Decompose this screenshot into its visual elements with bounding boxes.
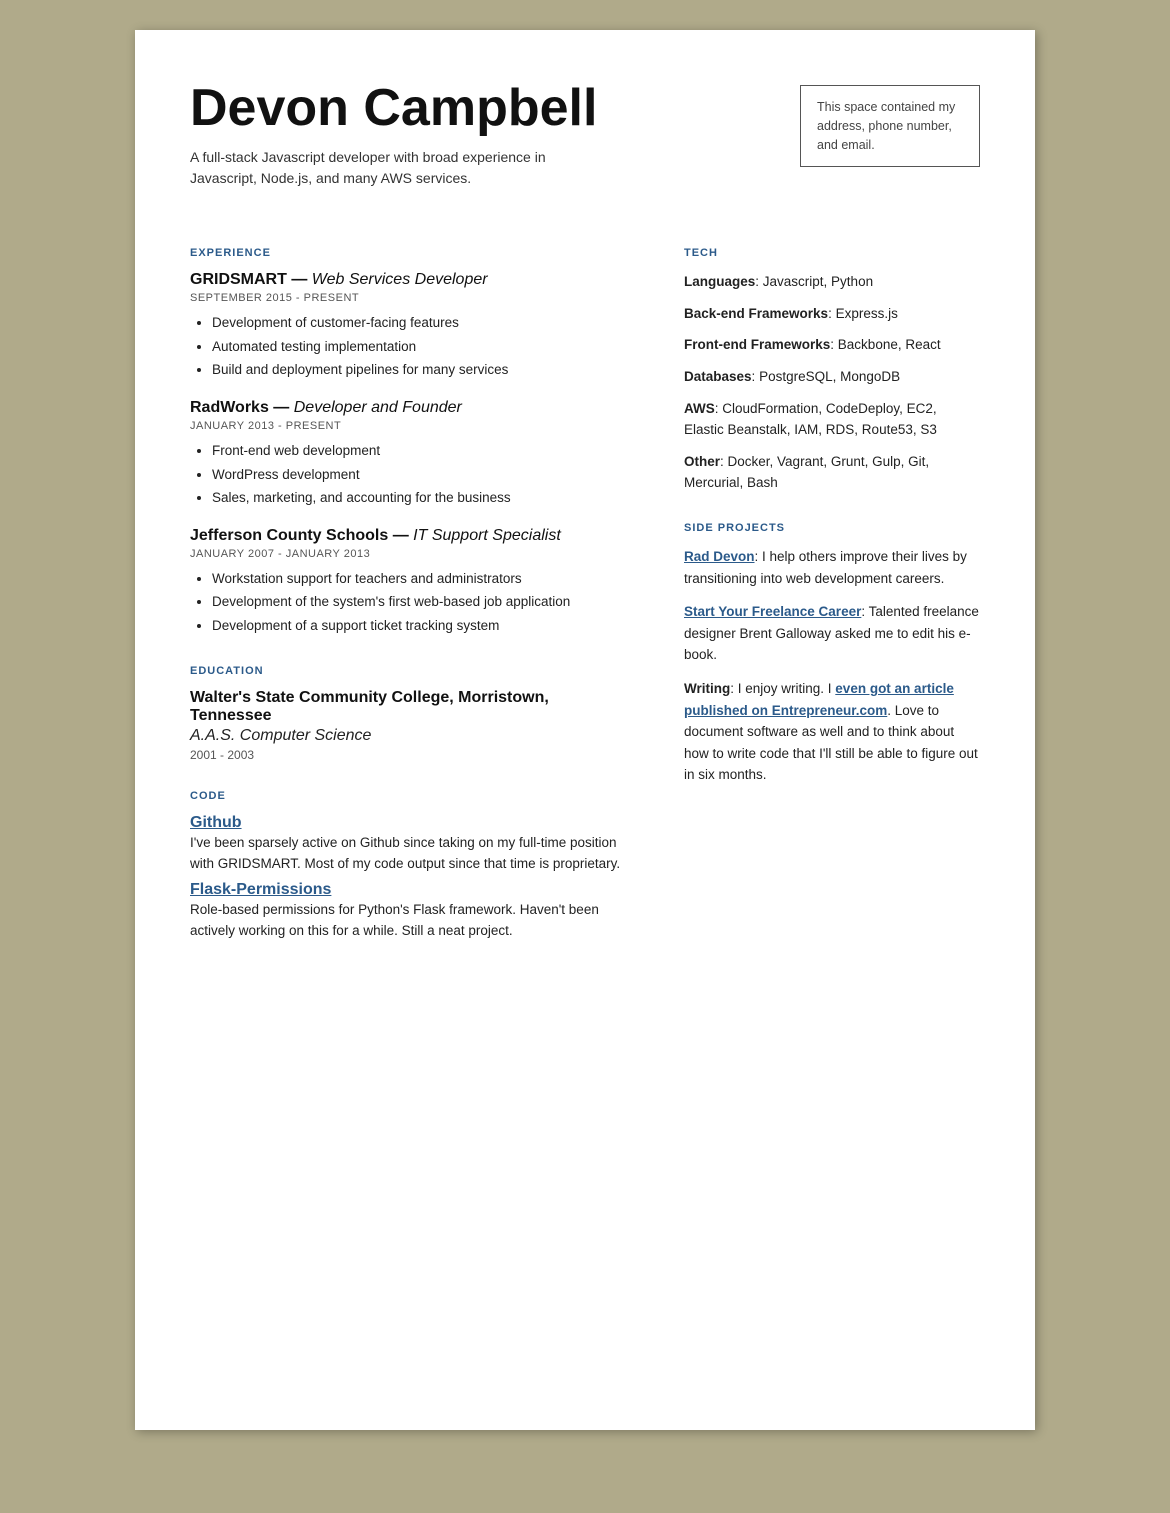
resume-paper: Devon Campbell A full-stack Javascript d… [135,30,1035,1430]
job-title-radworks: RadWorks — Developer and Founder [190,399,634,417]
company-name-radworks: RadWorks [190,399,269,416]
bullet-item: Automated testing implementation [212,336,634,358]
side-project-freelance: Start Your Freelance Career: Talented fr… [684,601,980,666]
header: Devon Campbell A full-stack Javascript d… [190,80,980,189]
job-role-gridsmart: Web Services Developer [312,271,488,288]
tech-other: Other: Docker, Vagrant, Grunt, Gulp, Git… [684,451,980,494]
main-content: EXPERIENCE GRIDSMART — Web Services Deve… [190,219,980,948]
tech-aws: AWS: CloudFormation, CodeDeploy, EC2, El… [684,398,980,441]
degree-name: A.A.S. Computer Science [190,727,634,745]
writing-label: Writing [684,681,730,696]
school-name: Walter's State Community College, Morris… [190,689,634,725]
tagline: A full-stack Javascript developer with b… [190,147,610,189]
tech-value-aws: CloudFormation, CodeDeploy, EC2, Elastic… [684,401,937,438]
code-project-github: Github I've been sparsely active on Gith… [190,814,634,875]
bullet-item: Front-end web development [212,440,634,462]
job-gridsmart: GRIDSMART — Web Services Developer SEPTE… [190,271,634,381]
header-left: Devon Campbell A full-stack Javascript d… [190,80,800,189]
tech-languages: Languages: Javascript, Python [684,271,980,293]
code-project-flask: Flask-Permissions Role-based permissions… [190,881,634,942]
job-jefferson: Jefferson County Schools — IT Support Sp… [190,527,634,637]
bullet-item: Workstation support for teachers and adm… [212,568,634,590]
tech-label-frontend: Front-end Frameworks [684,337,830,352]
tech-colon-2: : [830,337,838,352]
right-column: TECH Languages: Javascript, Python Back-… [674,219,980,948]
tech-databases: Databases: PostgreSQL, MongoDB [684,366,980,388]
job-title-gridsmart: GRIDSMART — Web Services Developer [190,271,634,289]
bullet-item: Development of the system's first web-ba… [212,591,634,613]
address-box: This space contained my address, phone n… [800,85,980,167]
tech-section-title: TECH [684,247,980,259]
tech-colon-0: : [755,274,763,289]
tech-label-other: Other [684,454,720,469]
tech-backend: Back-end Frameworks: Express.js [684,303,980,325]
tech-colon-1: : [828,306,836,321]
left-column: EXPERIENCE GRIDSMART — Web Services Deve… [190,219,634,948]
bullet-item: Development of customer-facing features [212,312,634,334]
tech-colon-3: : [752,369,760,384]
job-separator-1: — [291,271,311,288]
job-radworks: RadWorks — Developer and Founder JANUARY… [190,399,634,509]
bullet-item: WordPress development [212,464,634,486]
tech-label-databases: Databases [684,369,752,384]
company-name-gridsmart: GRIDSMART [190,271,287,288]
side-project-writing: Writing: I enjoy writing. I even got an … [684,678,980,786]
tech-label-aws: AWS [684,401,715,416]
experience-section-title: EXPERIENCE [190,247,634,259]
job-dates-radworks: JANUARY 2013 - PRESENT [190,420,634,432]
job-bullets-gridsmart: Development of customer-facing features … [190,312,634,381]
company-name-jefferson: Jefferson County Schools [190,527,388,544]
tech-value-backend: Express.js [836,306,898,321]
writing-desc-before: : I enjoy writing. I [730,681,835,696]
job-bullets-jefferson: Workstation support for teachers and adm… [190,568,634,637]
tech-value-frontend: Backbone, React [838,337,941,352]
bullet-item: Build and deployment pipelines for many … [212,359,634,381]
rad-devon-link[interactable]: Rad Devon [684,549,755,564]
github-description: I've been sparsely active on Github sinc… [190,832,634,875]
tech-colon-5: : [720,454,728,469]
job-dates-jefferson: JANUARY 2007 - JANUARY 2013 [190,548,634,560]
job-title-jefferson: Jefferson County Schools — IT Support Sp… [190,527,634,545]
education-section-title: EDUCATION [190,665,634,677]
github-link[interactable]: Github [190,814,242,831]
job-separator-2: — [273,399,293,416]
side-project-rad-devon: Rad Devon: I help others improve their l… [684,546,980,589]
school-name-bold: Walter's State Community College, [190,689,454,706]
education-entry: Walter's State Community College, Morris… [190,689,634,762]
flask-description: Role-based permissions for Python's Flas… [190,899,634,942]
flask-link[interactable]: Flask-Permissions [190,881,331,898]
tech-label-languages: Languages [684,274,755,289]
tech-value-databases: PostgreSQL, MongoDB [759,369,900,384]
bullet-item: Development of a support ticket tracking… [212,615,634,637]
job-bullets-radworks: Front-end web development WordPress deve… [190,440,634,509]
tech-label-backend: Back-end Frameworks [684,306,828,321]
tech-value-languages: Javascript, Python [763,274,873,289]
edu-dates: 2001 - 2003 [190,748,634,762]
candidate-name: Devon Campbell [190,80,800,137]
freelance-link[interactable]: Start Your Freelance Career [684,604,861,619]
side-projects-section-title: SIDE PROJECTS [684,522,980,534]
job-role-radworks: Developer and Founder [294,399,462,416]
job-separator-3: — [393,527,413,544]
job-role-jefferson: IT Support Specialist [413,527,561,544]
tech-frontend: Front-end Frameworks: Backbone, React [684,334,980,356]
code-section-title: CODE [190,790,634,802]
job-dates-gridsmart: SEPTEMBER 2015 - PRESENT [190,292,634,304]
bullet-item: Sales, marketing, and accounting for the… [212,487,634,509]
